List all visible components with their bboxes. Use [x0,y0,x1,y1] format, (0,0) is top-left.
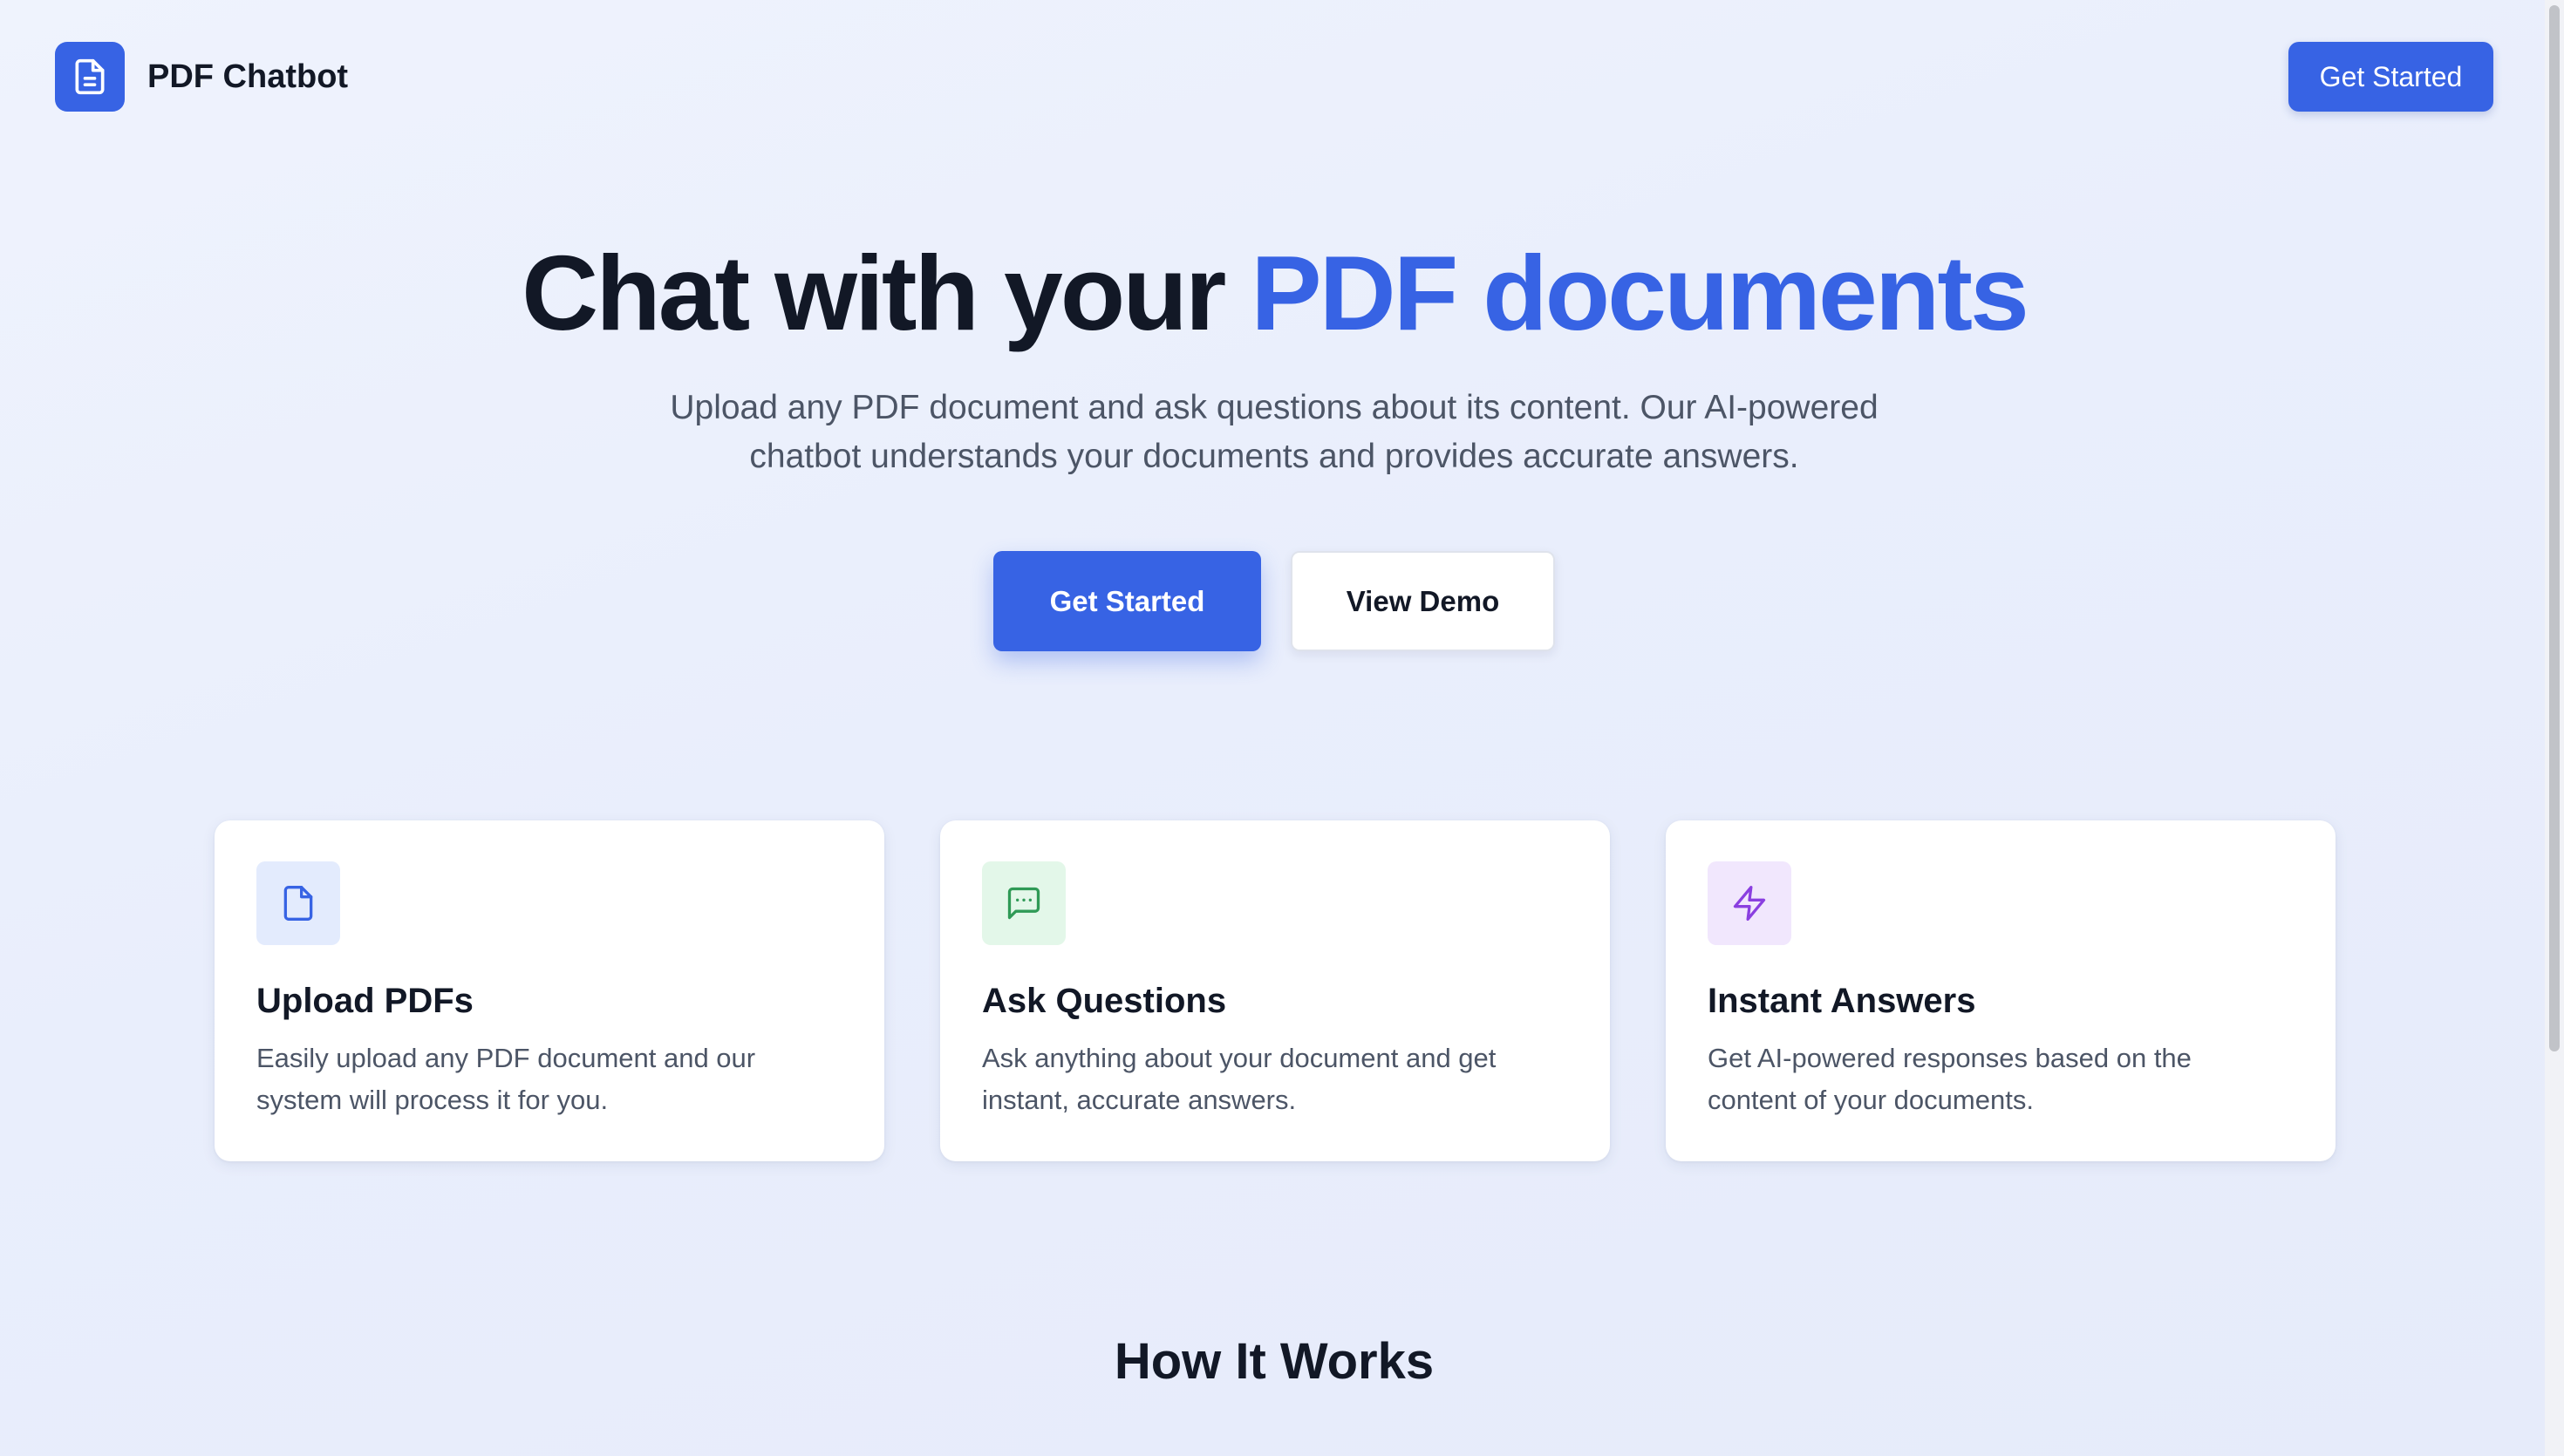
message-icon [982,861,1066,945]
feature-description: Get AI-powered responses based on the co… [1708,1043,2192,1115]
hero-title: Chat with your PDF documents [0,232,2548,354]
feature-description: Ask anything about your document and get… [982,1043,1497,1115]
feature-title: Instant Answers [1708,982,1976,1020]
feature-description: Easily upload any PDF document and our s… [256,1043,756,1115]
feature-title: Upload PDFs [256,982,474,1020]
feature-card-ask: Ask Questions Ask anything about your do… [940,820,1610,1161]
feature-card-instant: Instant Answers Get AI-powered responses… [1666,820,2336,1161]
brand-logo[interactable]: PDF Chatbot [55,42,348,112]
hero-subtitle-line1: Upload any PDF document and ask question… [670,389,1879,426]
file-icon [256,861,340,945]
get-started-button[interactable]: Get Started [993,551,1261,651]
hero-title-main: Chat with your [522,234,1251,352]
brand-name: PDF Chatbot [147,58,349,95]
feature-card-upload: Upload PDFs Easily upload any PDF docume… [215,820,884,1161]
feature-title: Ask Questions [982,982,1227,1020]
hero-subtitle-line2: chatbot understands your documents and p… [749,438,1799,475]
feature-cards: Upload PDFs Easily upload any PDF docume… [215,820,2336,1161]
scrollbar-thumb[interactable] [2549,5,2560,1051]
hero-actions: Get Started View Demo [0,551,2548,651]
document-icon [55,42,125,112]
hero-subtitle: Upload any PDF document and ask question… [620,384,1928,481]
hero-title-accent: PDF documents [1251,234,2029,352]
header-get-started-button[interactable]: Get Started [2288,42,2493,112]
view-demo-button[interactable]: View Demo [1291,551,1555,651]
how-it-works-title: How It Works [1114,1333,1435,1390]
lightning-icon [1708,861,1791,945]
